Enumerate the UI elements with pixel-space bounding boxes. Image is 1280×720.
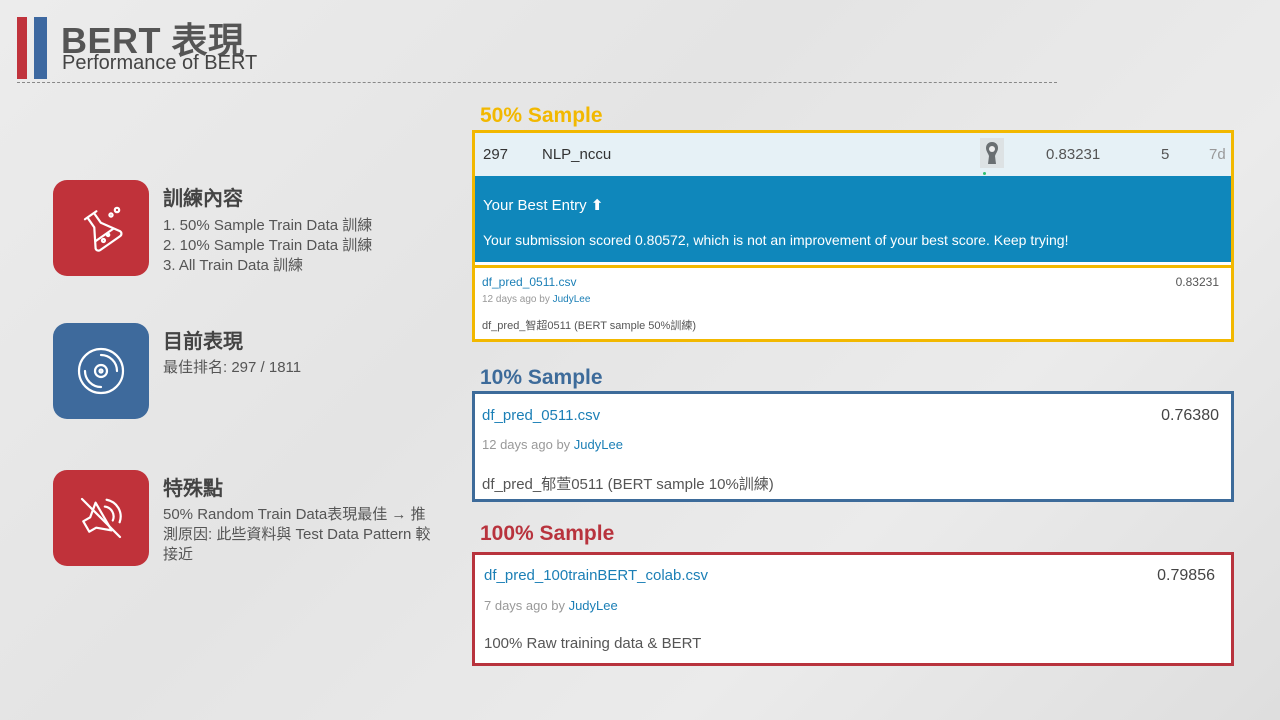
feature-special: 特殊點 50% Random Train Data表現最佳 → 推測原因: 此些… (53, 470, 433, 570)
feature-body: 50% Random Train Data表現最佳 → 推測原因: 此些資料與 … (163, 506, 431, 563)
list-item: 1. 50% Sample Train Data 訓練 (163, 217, 373, 234)
title-divider (17, 82, 1057, 83)
panel-50-sample: 297 NLP_nccu 0.83231 5 7d Your Best Entr… (472, 130, 1234, 342)
title-accent-bars (17, 17, 47, 79)
best-entry-title-text: Your Best Entry (483, 197, 587, 214)
page-subtitle: Performance of BERT (62, 52, 258, 74)
feature-training: 訓練內容 1. 50% Sample Train Data 訓練 2. 10% … (53, 180, 433, 280)
best-entry-banner: Your Best Entry ⬆ Your submission scored… (475, 176, 1231, 262)
submission-user-link[interactable]: JudyLee (553, 294, 591, 305)
submission-meta: 12 days ago by JudyLee (482, 437, 623, 452)
submission-description: df_pred_郁萱0511 (BERT sample 10%訓練) (482, 476, 774, 493)
section-label-50: 50% Sample (480, 104, 603, 127)
submission-score: 0.83231 (1175, 275, 1219, 289)
submission-description: df_pred_智超0511 (BERT sample 50%訓練) (482, 320, 696, 332)
leaderboard-team[interactable]: NLP_nccu (542, 146, 611, 163)
submission-time: 12 days ago by (482, 294, 553, 305)
feature-title: 特殊點 (163, 478, 223, 500)
status-dot (983, 172, 986, 175)
submission-file-link[interactable]: df_pred_100trainBERT_colab.csv (484, 567, 708, 584)
list-item: 2. 10% Sample Train Data 訓練 (163, 237, 373, 254)
submission-meta: 12 days ago by JudyLee (482, 294, 590, 305)
panel-divider (475, 265, 1231, 268)
feature-body: 最佳排名: 297 / 1811 (163, 359, 302, 376)
section-label-10: 10% Sample (480, 366, 603, 389)
panel-10-sample: df_pred_0511.csv 0.76380 12 days ago by … (472, 391, 1234, 502)
leaderboard-score: 0.83231 (1046, 146, 1101, 163)
submission-score: 0.76380 (1161, 407, 1219, 424)
submission-score: 0.79856 (1157, 567, 1215, 584)
submission-user-link[interactable]: JudyLee (574, 437, 623, 452)
submission-file-link[interactable]: df_pred_0511.csv (482, 275, 577, 289)
submission-file-link[interactable]: df_pred_0511.csv (482, 407, 600, 424)
leaderboard-last: 7d (1209, 146, 1226, 163)
submission-user-link[interactable]: JudyLee (569, 598, 618, 613)
leaderboard-row: 297 NLP_nccu 0.83231 5 7d (475, 133, 1231, 176)
team-avatar[interactable] (980, 138, 1004, 168)
arrow-up-icon: ⬆ (590, 197, 604, 214)
list-item: 3. All Train Data 訓練 (163, 257, 304, 274)
feature-title: 訓練內容 (163, 188, 243, 210)
feature-performance: 目前表現 最佳排名: 297 / 1811 (53, 323, 433, 423)
blue-accent-bar (34, 17, 47, 79)
disc-icon (53, 323, 149, 419)
feature-body: 1. 50% Sample Train Data 訓練 2. 10% Sampl… (163, 216, 433, 276)
speaker-off-icon (53, 470, 149, 566)
feature-title: 目前表現 (163, 331, 243, 353)
red-accent-bar (17, 17, 27, 79)
submission-time: 12 days ago by (482, 437, 574, 452)
leaderboard-entries: 5 (1161, 146, 1170, 163)
submission-meta: 7 days ago by JudyLee (484, 598, 618, 613)
submission-description: 100% Raw training data & BERT (484, 635, 702, 652)
submission-time: 7 days ago by (484, 598, 569, 613)
panel-100-sample: df_pred_100trainBERT_colab.csv 0.79856 7… (472, 552, 1234, 666)
flask-icon (53, 180, 149, 276)
best-entry-message: Your submission scored 0.80572, which is… (483, 232, 1069, 248)
leaderboard-rank: 297 (483, 146, 509, 163)
best-entry-title: Your Best Entry ⬆ (483, 196, 603, 214)
section-label-100: 100% Sample (480, 522, 615, 545)
